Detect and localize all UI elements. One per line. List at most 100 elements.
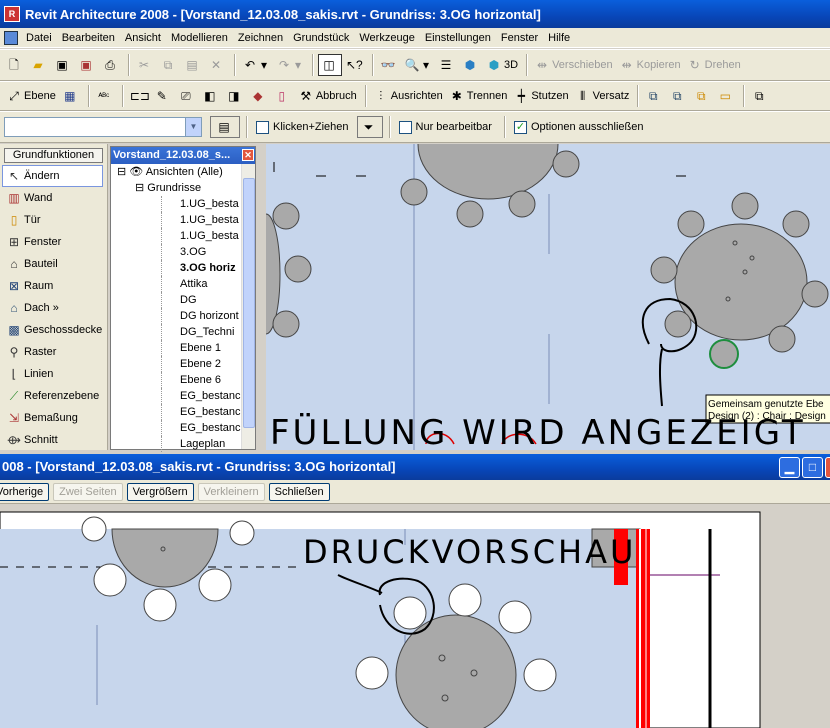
design-item-component[interactable]: ⌂ Bauteil (0, 253, 107, 275)
menu-fenster[interactable]: Fenster (496, 32, 543, 44)
menu-werkzeuge[interactable]: Werkzeuge (354, 32, 419, 44)
main-title-bar[interactable]: R Revit Architecture 2008 - [Vorstand_12… (0, 0, 830, 28)
document-menu-icon[interactable] (4, 30, 18, 45)
print-button[interactable]: ⎙ (100, 54, 122, 76)
editable-only-checkbox-box[interactable] (398, 120, 412, 134)
design-item-lines[interactable]: ⌊ Linien (0, 363, 107, 385)
copy-button[interactable]: ⧉ (158, 54, 180, 76)
menu-einstellungen[interactable]: Einstellungen (420, 32, 496, 44)
zoom-in-button[interactable]: Vergrößern (126, 482, 194, 501)
menu-bearbeiten[interactable]: Bearbeiten (57, 32, 120, 44)
measure-button[interactable]: ⊏⊐ (128, 85, 150, 107)
menu-datei[interactable]: Datei (21, 32, 57, 44)
tree-root[interactable]: ⊟ 👁 Ansichten (Alle) (111, 164, 255, 180)
open-button[interactable]: ▰ (28, 54, 50, 76)
close-preview-button[interactable]: Schließen (268, 482, 330, 501)
3d-view-button[interactable]: ⬢ 3D (484, 54, 520, 76)
paste-button[interactable]: ▤ (182, 54, 204, 76)
design-item-dimension[interactable]: ⇲ Bemaßung (0, 407, 107, 429)
browser-scrollbar[interactable] (241, 164, 255, 449)
close-window-button[interactable]: ✕ (825, 457, 830, 478)
section-box-button[interactable]: ☰ (436, 54, 458, 76)
menu-ansicht[interactable]: Ansicht (120, 32, 166, 44)
menu-modellieren[interactable]: Modellieren (166, 32, 233, 44)
design-item-window[interactable]: ⊞ Fenster (0, 231, 107, 253)
click-drag-checkbox[interactable]: Klicken+Ziehen (256, 120, 349, 134)
ungroup-button[interactable]: ⧉ (667, 85, 689, 107)
collapse-icon[interactable]: ⊟ (135, 182, 144, 194)
design-item-floor[interactable]: ▩ Geschossdecke (0, 319, 107, 341)
copy-element-button[interactable]: ⇹ Kopieren (617, 54, 683, 76)
redo-button[interactable]: ↷ ▾ (274, 54, 306, 76)
revit-app-icon[interactable]: R (4, 6, 20, 22)
exclude-options-checkbox-box[interactable]: ✓ (513, 120, 527, 134)
design-item-refplane[interactable]: ⟋ Referenzebene (0, 385, 107, 407)
copy-icon: ⧉ (163, 58, 173, 72)
print-preview-area[interactable]: DRUCKVORSCHAU (0, 505, 830, 728)
demolish-button[interactable]: ⚒ Abbruch (296, 85, 359, 107)
menu-grundstueck[interactable]: Grundstück (288, 32, 354, 44)
collapse-icon[interactable]: ⊟ (117, 166, 126, 178)
thin-lines-button[interactable]: 👓 (378, 54, 400, 76)
delete-button[interactable]: ✕ (206, 54, 228, 76)
undo-button[interactable]: ↶ ▾ (240, 54, 272, 76)
more-tools-button[interactable]: ⧉ (749, 85, 771, 107)
filter-button[interactable]: ⏷ (356, 116, 383, 138)
align-button[interactable]: ⫶ Ausrichten (371, 85, 445, 107)
move-button[interactable]: ⇹ Verschieben (532, 54, 615, 76)
floor-plan-view[interactable]: Gemeinsam genutzte Ebe Design (2) : Chai… (266, 144, 830, 450)
edit-group-button[interactable]: ⧉ (691, 85, 713, 107)
design-item-modify[interactable]: ↖ Ändern (2, 165, 103, 187)
design-item-wall[interactable]: ▥ Wand (0, 187, 107, 209)
design-item-door[interactable]: ▯ Tür (0, 209, 107, 231)
tree-group[interactable]: ⊟ Grundrisse (111, 180, 255, 196)
design-bar-tab[interactable]: Grundfunktionen (4, 148, 103, 163)
zoom-out-button[interactable]: Verkleinern (197, 482, 265, 501)
link-button[interactable]: ▭ (715, 85, 737, 107)
design-item-label: Bemaßung (24, 412, 78, 424)
join-geometry-button[interactable]: ◨ (224, 85, 246, 107)
linework-button[interactable]: ◆ (248, 85, 270, 107)
group-button[interactable]: ⧉ (643, 85, 665, 107)
new-button[interactable]: 🗋 (4, 54, 26, 76)
paint-button[interactable]: ⎚ (176, 85, 198, 107)
grid-button[interactable]: ▦ (60, 85, 82, 107)
maximize-button[interactable]: □ (802, 457, 823, 478)
type-selector-combo[interactable]: ▼ (4, 117, 202, 137)
print-preview-page[interactable]: DRUCKVORSCHAU (0, 505, 830, 728)
save-button[interactable]: ▣ (52, 54, 74, 76)
properties-button[interactable]: ▤ (210, 116, 240, 138)
default-3d-button[interactable]: ⬢ (460, 54, 482, 76)
design-item-grid[interactable]: ⚲ Raster (0, 341, 107, 363)
match-type-button[interactable]: ✎ (152, 85, 174, 107)
spelling-button[interactable]: ᴬᴮᶜ (94, 85, 116, 107)
rotate-button[interactable]: ↻ Drehen (685, 54, 743, 76)
toggle-window-button[interactable]: ◫ (318, 54, 342, 76)
editable-only-checkbox[interactable]: Nur bearbeitbar (398, 120, 492, 134)
save-all-button[interactable]: ▣ (76, 54, 98, 76)
level-button[interactable]: ⤢ Ebene (4, 85, 58, 107)
design-item-roof[interactable]: ⌂ Dach » (0, 297, 107, 319)
scrollbar-thumb[interactable] (243, 178, 255, 428)
close-icon[interactable]: ✕ (242, 149, 254, 161)
previous-page-button[interactable]: Vorherige (0, 482, 50, 501)
menu-hilfe[interactable]: Hilfe (543, 32, 575, 44)
trim-button[interactable]: ┿ Stutzen (511, 85, 570, 107)
cut-button[interactable]: ✂ (134, 54, 156, 76)
minimize-button[interactable]: ▁ (779, 457, 800, 478)
split-face-button[interactable]: ◧ (200, 85, 222, 107)
click-drag-checkbox-box[interactable] (256, 120, 269, 134)
exclude-options-checkbox[interactable]: ✓ Optionen ausschließen (513, 120, 643, 134)
cut-geometry-button[interactable]: ▯ (272, 85, 294, 107)
design-item-room[interactable]: ⊠ Raum (0, 275, 107, 297)
floor-plan-drawing[interactable]: Gemeinsam genutzte Ebe Design (2) : Chai… (266, 144, 830, 450)
zoom-button[interactable]: 🔍 ▾ (402, 54, 434, 76)
combo-arrow-icon[interactable]: ▼ (185, 118, 201, 136)
preview-title-bar[interactable]: 008 - [Vorstand_12.03.08_sakis.rvt - Gru… (0, 454, 830, 480)
design-item-section[interactable]: ⟴ Schnitt (0, 429, 107, 451)
split-button[interactable]: ✱ Trennen (447, 85, 510, 107)
offset-button[interactable]: ⫴ Versatz (573, 85, 632, 107)
menu-zeichnen[interactable]: Zeichnen (233, 32, 288, 44)
two-pages-button[interactable]: Zwei Seiten (53, 482, 123, 501)
context-help-button[interactable]: ↖? (344, 54, 366, 76)
